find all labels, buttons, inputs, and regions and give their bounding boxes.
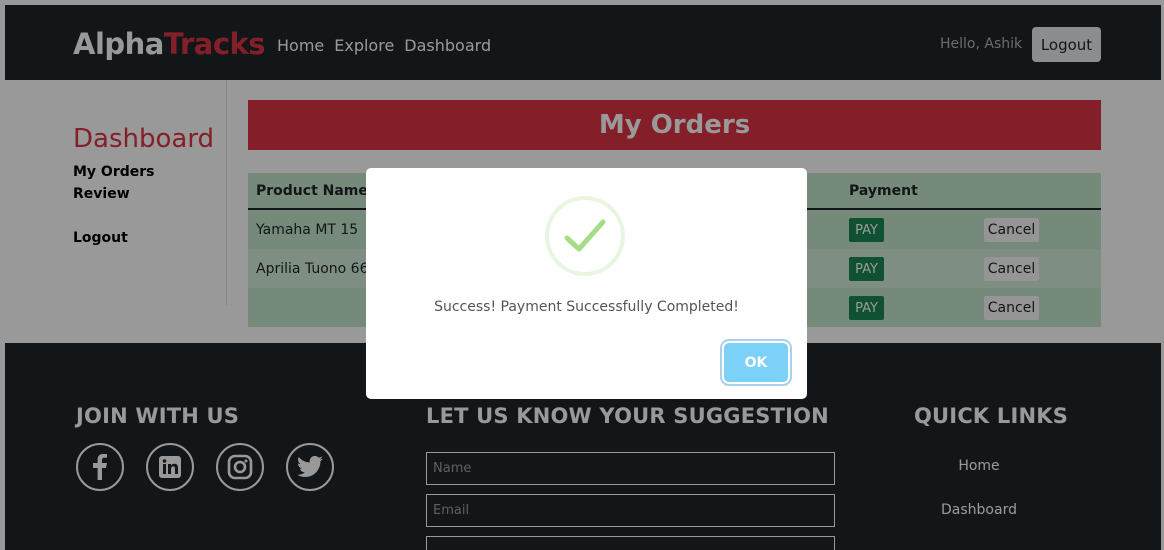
success-check-icon xyxy=(545,196,625,276)
ok-button[interactable]: OK xyxy=(724,343,788,382)
modal-message: Success! Payment Successfully Completed! xyxy=(434,299,739,315)
success-modal: Success! Payment Successfully Completed!… xyxy=(366,168,807,399)
